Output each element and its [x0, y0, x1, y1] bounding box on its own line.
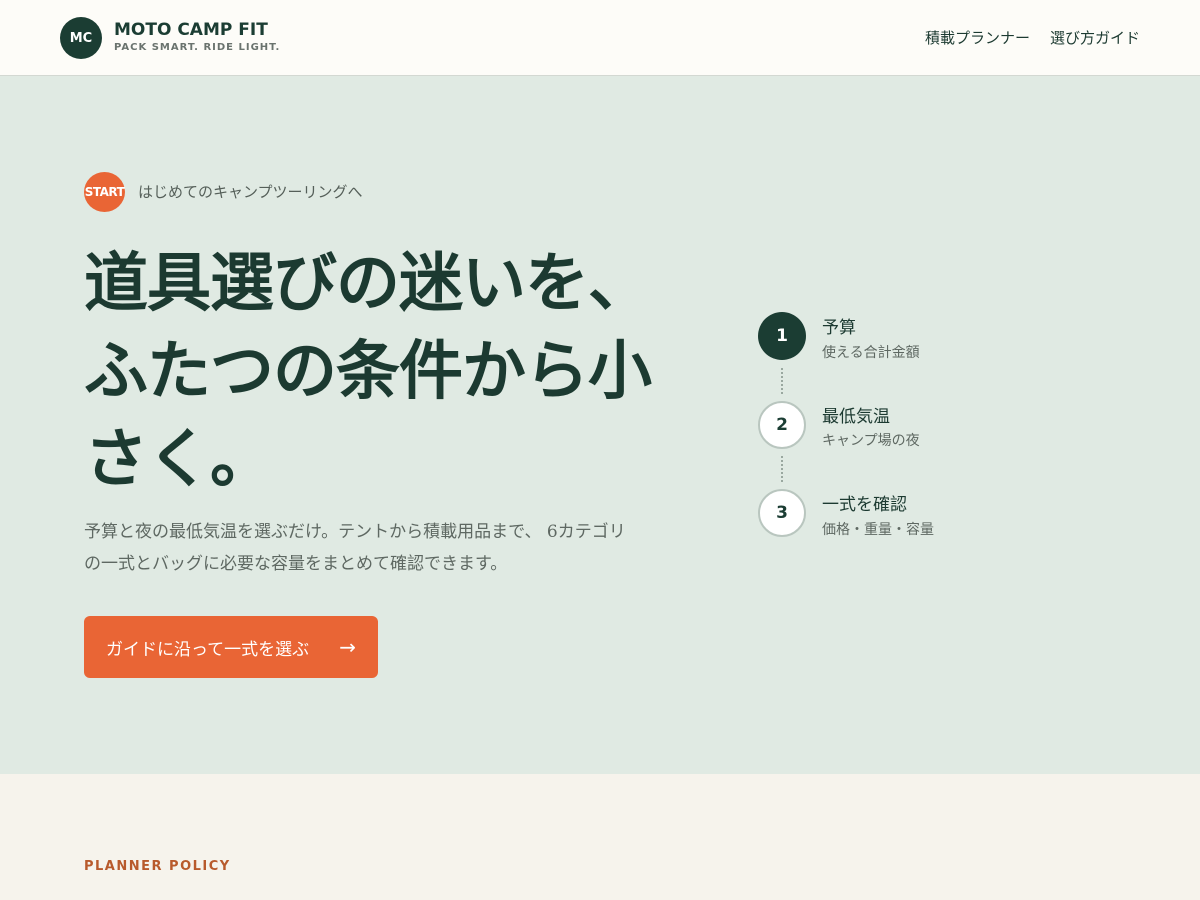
step-1-circle: 1	[758, 312, 806, 360]
lead-line: の一式とバッグに必要な容量をまとめて確認できます。	[84, 554, 508, 574]
start-badge: START	[84, 172, 125, 212]
step-3-circle: 3	[758, 489, 806, 537]
hero-section: START はじめてのキャンプツーリングへ 道具選びの迷いを、 ふたつの条件から…	[0, 76, 1200, 774]
step-list: 1 予算 使える合計金額 2 最低気温 キャンプ場の夜 3 一式を確認 価格・重…	[758, 312, 1078, 542]
hero-eyebrow: はじめてのキャンプツーリングへ	[138, 183, 363, 201]
hero-headline: 道具選びの迷いを、 ふたつの条件から小 さく。	[84, 240, 654, 504]
arrow-right-icon: →	[339, 635, 356, 659]
planner-policy-section: PLANNER POLICY	[0, 774, 1200, 900]
step-connector	[781, 368, 783, 394]
main-nav: 積載プランナー 選び方ガイド	[925, 27, 1140, 48]
step-2-circle: 2	[758, 401, 806, 449]
headline-line: ふたつの条件から小	[84, 334, 652, 409]
start-guide-button-label: ガイドに沿って一式を選ぶ	[106, 639, 310, 660]
step-1-title: 予算	[822, 318, 856, 338]
logo-badge[interactable]: MC	[60, 17, 102, 59]
step-1-subtitle: 使える合計金額	[822, 345, 920, 361]
brand-tagline: PACK SMART. RIDE LIGHT.	[114, 42, 281, 53]
headline-line: さく。	[84, 422, 274, 497]
lead-line: 予算と夜の最低気温を選ぶだけ。テントから積載用品まで、 6カテゴリ	[84, 522, 626, 542]
policy-label: PLANNER POLICY	[84, 859, 231, 874]
step-3-subtitle: 価格・重量・容量	[822, 522, 934, 538]
step-connector	[781, 456, 783, 482]
headline-line: 道具選びの迷いを、	[84, 246, 652, 321]
start-guide-button[interactable]: ガイドに沿って一式を選ぶ →	[84, 616, 378, 678]
nav-link-planner[interactable]: 積載プランナー	[925, 27, 1030, 48]
hero-lead: 予算と夜の最低気温を選ぶだけ。テントから積載用品まで、 6カテゴリ の一式とバッ…	[84, 516, 664, 580]
nav-link-guide[interactable]: 選び方ガイド	[1050, 27, 1140, 48]
step-2-title: 最低気温	[822, 407, 890, 427]
step-3-title: 一式を確認	[822, 495, 907, 515]
brand-name[interactable]: MOTO CAMP FIT	[114, 20, 268, 40]
site-header: MC MOTO CAMP FIT PACK SMART. RIDE LIGHT.…	[0, 0, 1200, 76]
step-2-subtitle: キャンプ場の夜	[822, 433, 920, 449]
